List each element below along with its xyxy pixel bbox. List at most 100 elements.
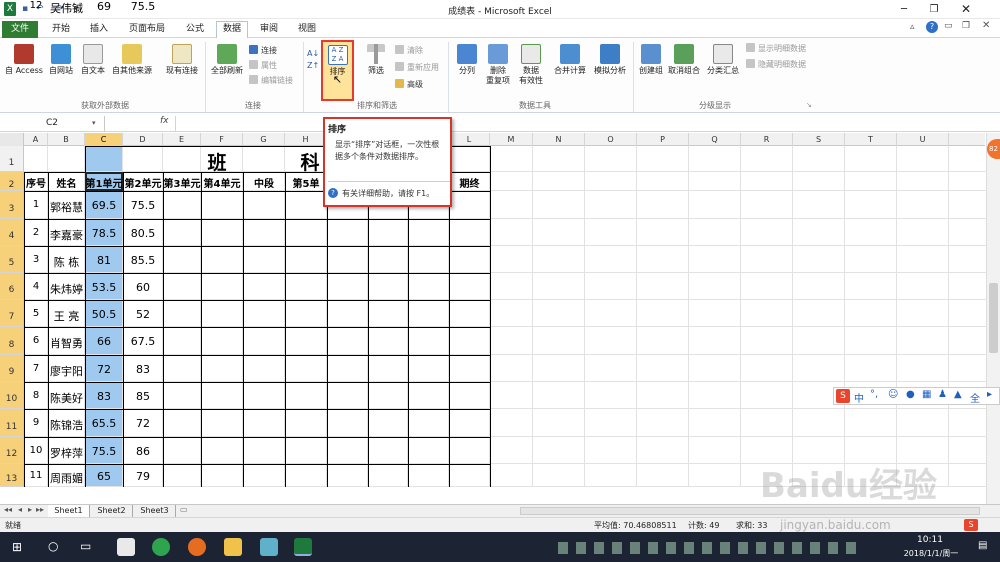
- row-header-1[interactable]: 1: [0, 146, 24, 172]
- score-cell[interactable]: 79: [123, 470, 163, 483]
- name-cell[interactable]: 陈美好: [48, 390, 85, 406]
- ime-lang-label[interactable]: 中: [854, 390, 864, 405]
- score-cell[interactable]: 83: [123, 363, 163, 376]
- row-header-11[interactable]: 11: [0, 409, 24, 437]
- column-header-q[interactable]: Q: [689, 133, 741, 146]
- refresh-all-button[interactable]: 全部刷新: [207, 44, 247, 76]
- workbook-restore-icon[interactable]: ❐: [962, 21, 970, 31]
- column-header-g[interactable]: G: [243, 133, 285, 146]
- score-cell[interactable]: 60: [123, 281, 163, 294]
- voice-icon[interactable]: ●: [906, 389, 915, 400]
- row-header-7[interactable]: 7: [0, 300, 24, 327]
- clock-time[interactable]: 10:11: [900, 535, 960, 545]
- windows-start-icon[interactable]: ⊞: [12, 540, 26, 554]
- column-header-f[interactable]: F: [201, 133, 243, 146]
- sheet-tab-2[interactable]: Sheet2: [91, 505, 133, 517]
- clock-date[interactable]: 2018/1/1/周一: [893, 548, 969, 559]
- name-cell[interactable]: 肖智勇: [48, 335, 85, 351]
- reapply-button[interactable]: 重新应用: [395, 61, 439, 74]
- hide-detail-button[interactable]: 隐藏明细数据: [746, 58, 806, 71]
- score-cell[interactable]: 75.5: [123, 0, 163, 13]
- sheet-tab-1[interactable]: Sheet1: [48, 505, 90, 517]
- task-view-icon[interactable]: ▭: [80, 539, 91, 553]
- file-explorer-icon[interactable]: [224, 538, 242, 556]
- index-cell[interactable]: 4: [24, 281, 48, 292]
- row-header-4[interactable]: 4: [0, 219, 24, 246]
- from-text-button[interactable]: 自文本: [78, 44, 108, 76]
- tab-home[interactable]: 开始: [46, 21, 76, 38]
- tab-formulas[interactable]: 公式: [180, 21, 210, 38]
- sogou-tray-icon[interactable]: S: [964, 519, 978, 531]
- index-cell[interactable]: 3: [24, 254, 48, 265]
- row-header-6[interactable]: 6: [0, 273, 24, 300]
- row-header-3[interactable]: 3: [0, 191, 24, 219]
- column-header-r[interactable]: R: [741, 133, 793, 146]
- sheet-first-icon[interactable]: ◂◂: [4, 505, 12, 514]
- workbook-minimize-icon[interactable]: ▭: [944, 21, 953, 31]
- score-cell[interactable]: 65: [85, 470, 123, 483]
- score-cell[interactable]: 72: [123, 417, 163, 430]
- column-header-u[interactable]: U: [897, 133, 949, 146]
- subtotal-button[interactable]: 分类汇总: [704, 44, 742, 76]
- index-cell[interactable]: 11: [24, 470, 48, 481]
- ribbon-collapse-icon[interactable]: ▵: [910, 22, 915, 32]
- browser-360-icon[interactable]: [152, 538, 170, 556]
- score-cell[interactable]: 85.5: [123, 254, 163, 267]
- scrollbar-thumb[interactable]: [989, 283, 998, 353]
- score-cell[interactable]: 52: [123, 308, 163, 321]
- show-detail-button[interactable]: 显示明细数据: [746, 42, 806, 55]
- index-cell[interactable]: 7: [24, 363, 48, 374]
- from-web-button[interactable]: 自网站: [46, 44, 76, 76]
- keyboard-icon[interactable]: ▦: [922, 389, 931, 400]
- index-cell[interactable]: 2: [24, 227, 48, 238]
- select-all-corner[interactable]: [0, 133, 24, 146]
- index-cell[interactable]: 6: [24, 335, 48, 346]
- fullwidth-icon[interactable]: 全: [970, 390, 980, 405]
- firefox-icon[interactable]: [188, 538, 206, 556]
- name-cell[interactable]: 王 亮: [48, 308, 85, 324]
- clear-filter-button[interactable]: 清除: [395, 44, 423, 57]
- excel-taskbar-icon[interactable]: [294, 538, 312, 556]
- sheet-last-icon[interactable]: ▸▸: [36, 505, 44, 514]
- score-cell[interactable]: 69.5: [85, 199, 123, 212]
- row-header-13[interactable]: 13: [0, 464, 24, 487]
- score-cell[interactable]: 67.5: [123, 335, 163, 348]
- sheet-next-icon[interactable]: ▸: [28, 505, 32, 514]
- sheet-tab-3[interactable]: Sheet3: [134, 505, 176, 517]
- insert-function-icon[interactable]: fx: [160, 116, 169, 126]
- row-header-10[interactable]: 10: [0, 382, 24, 409]
- column-header-d[interactable]: D: [123, 133, 163, 146]
- column-header-s[interactable]: S: [793, 133, 845, 146]
- column-header-o[interactable]: O: [585, 133, 637, 146]
- score-cell[interactable]: 80.5: [123, 227, 163, 240]
- index-cell[interactable]: 10: [24, 445, 48, 456]
- score-cell[interactable]: 75.5: [85, 445, 123, 458]
- tab-data[interactable]: 数据: [216, 21, 248, 39]
- name-cell[interactable]: 吴伟铖: [48, 0, 85, 16]
- data-validation-button[interactable]: 数据 有效性: [514, 44, 548, 86]
- name-cell[interactable]: 李嘉豪: [48, 227, 85, 243]
- row-header-9[interactable]: 9: [0, 355, 24, 382]
- name-cell[interactable]: 廖宇阳: [48, 363, 85, 379]
- column-header-h[interactable]: H: [285, 133, 327, 146]
- index-cell[interactable]: 12: [24, 0, 48, 11]
- column-header-t[interactable]: T: [845, 133, 897, 146]
- minimize-button[interactable]: ─: [890, 0, 918, 19]
- group-button[interactable]: 创建组: [636, 44, 666, 76]
- score-cell[interactable]: 66: [85, 335, 123, 348]
- horizontal-scrollbar[interactable]: [520, 507, 980, 515]
- tab-view[interactable]: 视图: [292, 21, 322, 38]
- column-header-l[interactable]: L: [449, 133, 490, 146]
- row-header-12[interactable]: 12: [0, 437, 24, 464]
- formula-input[interactable]: [175, 116, 985, 131]
- connections-button[interactable]: 连接: [249, 44, 277, 57]
- row-header-8[interactable]: 8: [0, 327, 24, 355]
- index-cell[interactable]: 5: [24, 308, 48, 319]
- vertical-scrollbar[interactable]: [986, 133, 1000, 504]
- name-box-dropdown-icon[interactable]: ▾: [92, 119, 96, 127]
- column-header-a[interactable]: A: [24, 133, 48, 146]
- advanced-filter-button[interactable]: 高级: [395, 78, 423, 91]
- notification-icon[interactable]: ▤: [978, 540, 987, 551]
- name-cell[interactable]: 陈锦浩: [48, 417, 85, 433]
- sort-button[interactable]: A ZZ A 排序 ↖: [321, 40, 354, 101]
